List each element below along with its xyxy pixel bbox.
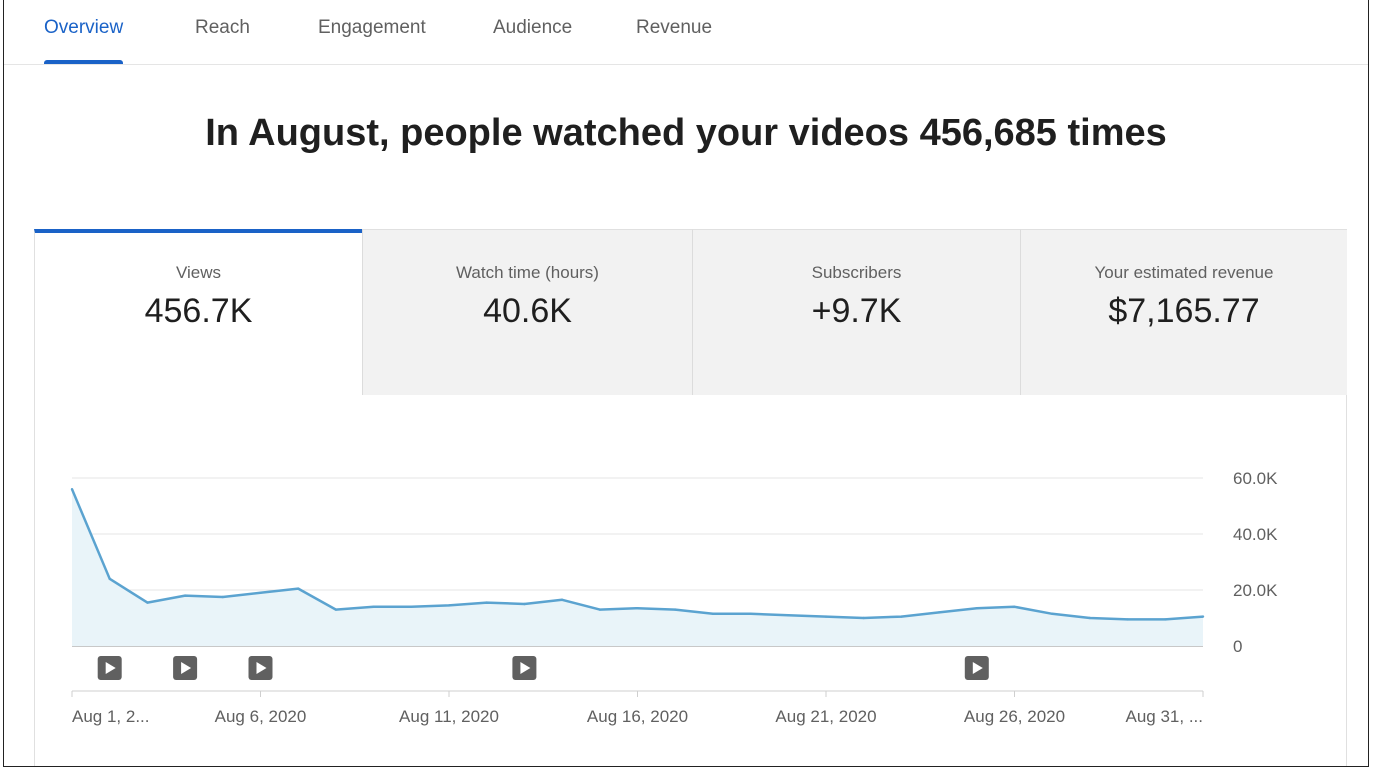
data-point: [674, 608, 677, 611]
data-point: [523, 602, 526, 606]
views-chart-area: 0 20.0K 40.0K 60.0K Aug 1, 2... Aug 6, 2020 Au…: [34, 395, 1347, 767]
tab-audience[interactable]: Audience: [493, 0, 572, 64]
metric-card-revenue[interactable]: Your estimated revenue $7,165.77: [1020, 229, 1347, 395]
data-point: [485, 601, 488, 604]
data-point: [1164, 618, 1167, 621]
video-published-icon[interactable]: [173, 656, 198, 680]
data-point: [937, 611, 941, 614]
metric-cards: Views 456.7K Watch time (hours) 40.6K Su…: [34, 229, 1347, 395]
data-point: [108, 577, 111, 580]
data-point: [1126, 618, 1129, 621]
data-point: [560, 598, 564, 601]
data-point: [372, 605, 375, 608]
x-tick-label: Aug 31, ...: [1126, 707, 1204, 726]
data-point: [1088, 616, 1092, 620]
video-published-icon[interactable]: [964, 656, 989, 680]
metric-value: $7,165.77: [1108, 292, 1260, 330]
x-tick-label: Aug 1, 2...: [72, 707, 150, 726]
metric-card-watch-time[interactable]: Watch time (hours) 40.6K: [362, 229, 692, 395]
y-tick-label: 20.0K: [1233, 581, 1278, 600]
tab-overview[interactable]: Overview: [44, 0, 124, 64]
tab-label: Engagement: [318, 17, 426, 38]
x-tick-label: Aug 11, 2020: [399, 707, 499, 726]
data-point: [447, 604, 451, 607]
metric-label: Subscribers: [811, 263, 902, 282]
tab-reach[interactable]: Reach: [195, 0, 250, 64]
tab-label: Revenue: [636, 17, 713, 38]
data-point: [900, 615, 903, 618]
metric-label: Views: [175, 263, 222, 282]
data-point: [749, 612, 752, 615]
x-tick-label: Aug 26, 2020: [964, 707, 1065, 726]
metric-value: 456.7K: [144, 292, 253, 330]
y-tick-label: 40.0K: [1233, 525, 1278, 544]
tab-bar: Overview Reach Engagement Audience Reven…: [4, 0, 1368, 65]
x-tick-label: Aug 16, 2020: [587, 707, 688, 726]
metric-label: Watch time (hours): [456, 263, 599, 282]
analytics-panel: Overview Reach Engagement Audience Reven…: [3, 0, 1369, 767]
tab-engagement[interactable]: Engagement: [318, 0, 426, 64]
data-point: [1013, 605, 1016, 608]
data-point: [410, 605, 413, 608]
metric-label: Your estimated revenue: [1094, 263, 1274, 282]
data-point: [711, 612, 715, 615]
x-tick-label: Aug 21, 2020: [775, 707, 876, 726]
metric-card-subscribers[interactable]: Subscribers +9.7K: [692, 229, 1020, 395]
data-point: [862, 616, 865, 620]
data-point: [146, 601, 149, 604]
data-point: [183, 594, 187, 597]
data-point: [975, 607, 978, 610]
tab-label: Audience: [493, 17, 573, 38]
tab-label: Reach: [195, 17, 250, 38]
data-point: [824, 615, 828, 618]
y-tick-label: 0: [1233, 637, 1242, 656]
data-point: [70, 488, 74, 491]
data-point: [1051, 612, 1054, 615]
video-published-icon[interactable]: [512, 656, 537, 680]
data-point: [297, 587, 300, 590]
data-point: [334, 608, 338, 611]
data-point: [259, 591, 262, 594]
tab-label: Overview: [44, 17, 124, 38]
active-tab-indicator: [44, 60, 124, 64]
data-point: [787, 614, 790, 617]
video-published-icon[interactable]: [97, 656, 122, 680]
metric-value: 40.6K: [483, 292, 572, 330]
metric-value: +9.7K: [811, 292, 902, 330]
page-headline: In August, people watched your videos 45…: [205, 112, 1167, 154]
video-published-icon[interactable]: [248, 656, 273, 680]
views-area: [72, 489, 1203, 646]
metric-card-views[interactable]: Views 456.7K: [34, 229, 362, 395]
views-chart[interactable]: 0 20.0K 40.0K 60.0K Aug 1, 2... Aug 6, 2020 Au…: [35, 395, 1346, 767]
tab-revenue[interactable]: Revenue: [636, 0, 712, 64]
data-point: [598, 608, 601, 611]
y-tick-label: 60.0K: [1233, 469, 1278, 488]
data-point: [1201, 615, 1205, 618]
data-point: [636, 607, 639, 610]
x-tick-label: Aug 6, 2020: [215, 707, 307, 726]
data-point: [221, 595, 224, 599]
